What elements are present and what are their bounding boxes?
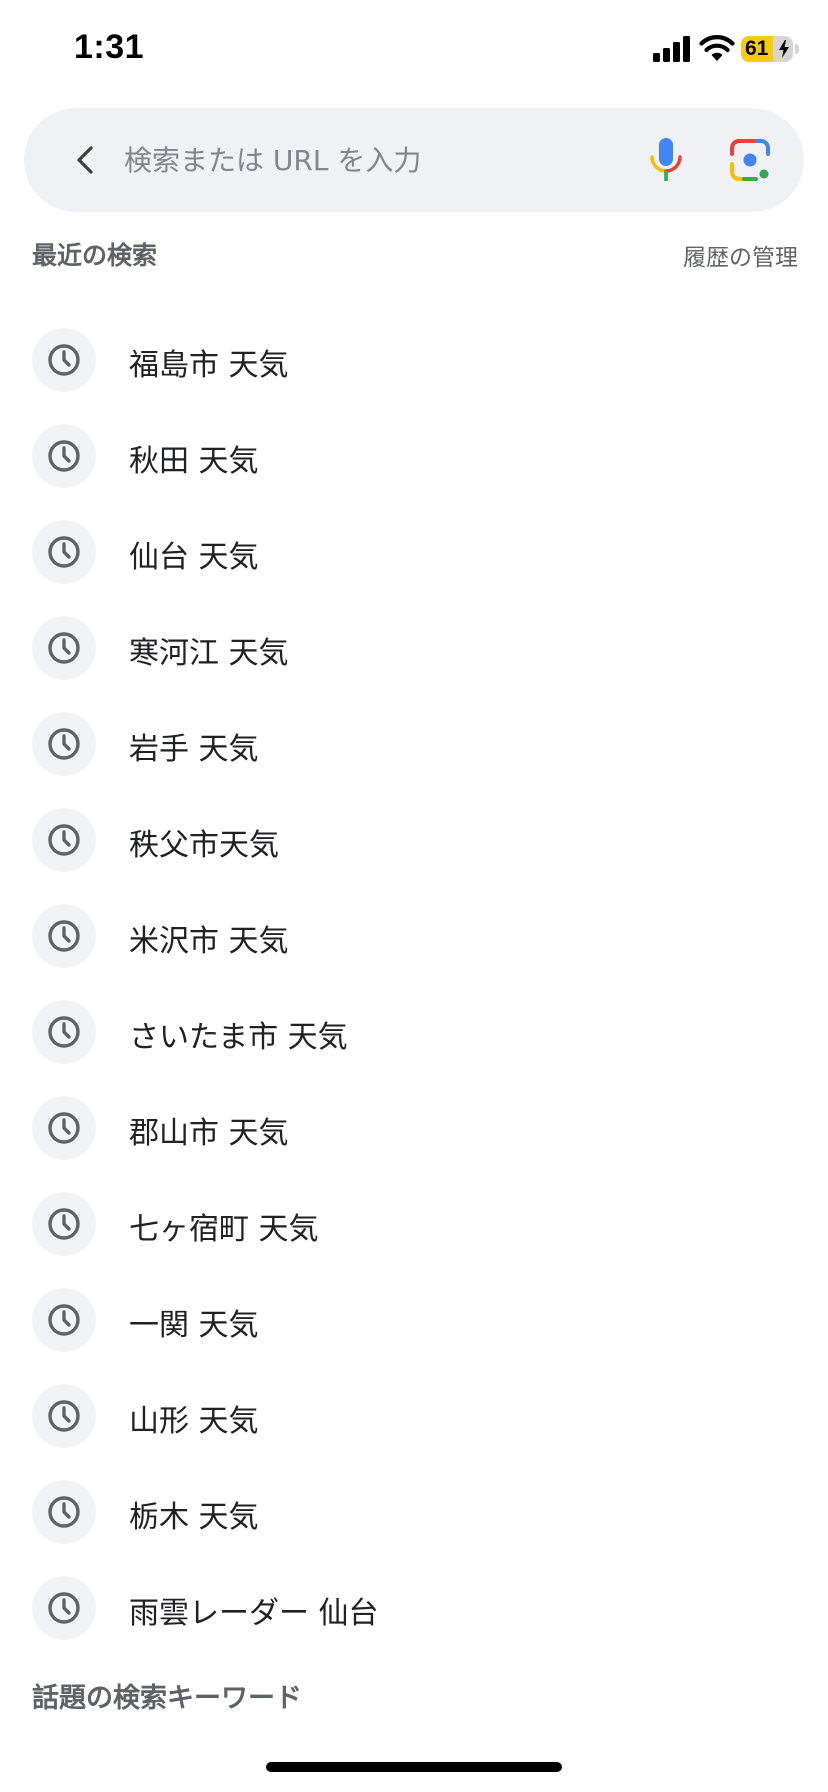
history-item[interactable]: 七ヶ宿町 天気 <box>0 1176 828 1272</box>
battery-level: 61 <box>745 37 769 60</box>
history-item-label: 秋田 天気 <box>129 444 259 479</box>
history-item-label: 山形 天気 <box>129 1404 259 1439</box>
recent-searches-header: 最近の検索 履歴の管理 <box>32 232 798 272</box>
history-item[interactable]: 雨雲レーダー 仙台 <box>0 1560 828 1656</box>
clock-icon <box>32 1384 96 1448</box>
history-item[interactable]: 仙台 天気 <box>0 504 828 600</box>
battery-cap <box>795 44 799 54</box>
clock-icon <box>32 712 96 776</box>
screen: 1:31 61 検索または URL を入力 最近の検索 履歴の管理 福島市 天気… <box>0 0 828 1792</box>
history-item[interactable]: 秋田 天気 <box>0 408 828 504</box>
history-item-label: 七ヶ宿町 天気 <box>129 1212 319 1247</box>
search-input[interactable] <box>124 130 554 190</box>
history-item-label: 栃木 天気 <box>129 1500 259 1535</box>
clock-icon <box>32 808 96 872</box>
history-item-label: 仙台 天気 <box>129 540 259 575</box>
history-list: 福島市 天気 秋田 天気仙台 天気寒河江 天気 岩手 天気秩父市天気米沢市 天気さい… <box>0 312 828 1656</box>
history-item[interactable]: 栃木 天気 <box>0 1464 828 1560</box>
history-item[interactable]: 米沢市 天気 <box>0 888 828 984</box>
history-item[interactable]: 郡山市 天気 <box>0 1080 828 1176</box>
history-item-label: 米沢市 天気 <box>129 924 289 959</box>
clock-icon <box>32 616 96 680</box>
clock-icon <box>32 904 96 968</box>
chevron-left-icon[interactable] <box>64 138 108 182</box>
clock-icon <box>32 424 96 488</box>
clock-icon <box>32 1000 96 1064</box>
history-item-label: 一関 天気 <box>129 1308 259 1343</box>
status-time: 1:31 <box>74 28 145 66</box>
history-item-label: 福島市 天気 <box>129 348 289 383</box>
history-item[interactable]: 一関 天気 <box>0 1272 828 1368</box>
clock-icon <box>32 1288 96 1352</box>
history-item-label: 秩父市天気 <box>129 828 279 863</box>
wifi-icon <box>699 35 735 61</box>
status-bar: 1:31 61 <box>0 0 828 100</box>
microphone-icon[interactable] <box>640 134 692 186</box>
clock-icon <box>32 1576 96 1640</box>
home-indicator <box>266 1762 562 1772</box>
charging-bolt-icon <box>779 40 789 58</box>
clock-icon <box>32 1192 96 1256</box>
history-item[interactable]: 福島市 天気 <box>0 312 828 408</box>
history-item[interactable]: 秩父市天気 <box>0 792 828 888</box>
recent-searches-title: 最近の検索 <box>32 241 158 270</box>
clock-icon <box>32 328 96 392</box>
clock-icon <box>32 1096 96 1160</box>
history-item[interactable]: 寒河江 天気 <box>0 600 828 696</box>
signal-icon <box>653 36 690 62</box>
history-item-label: さいたま市 天気 <box>129 1020 348 1055</box>
history-item[interactable]: さいたま市 天気 <box>0 984 828 1080</box>
clock-icon <box>32 520 96 584</box>
manage-history-link[interactable]: 履歴の管理 <box>683 238 798 272</box>
history-item-label: 郡山市 天気 <box>129 1116 289 1151</box>
history-item-label: 雨雲レーダー 仙台 <box>129 1596 379 1631</box>
trending-searches-title: 話題の検索キーワード <box>32 1683 302 1714</box>
battery-icon: 61 <box>741 36 793 62</box>
history-item[interactable]: 岩手 天気 <box>0 696 828 792</box>
history-item[interactable]: 山形 天気 <box>0 1368 828 1464</box>
search-bar <box>24 108 804 212</box>
history-item-label: 寒河江 天気 <box>129 636 289 671</box>
history-item-label: 岩手 天気 <box>129 732 259 767</box>
clock-icon <box>32 1480 96 1544</box>
camera-lens-icon[interactable] <box>724 134 776 186</box>
